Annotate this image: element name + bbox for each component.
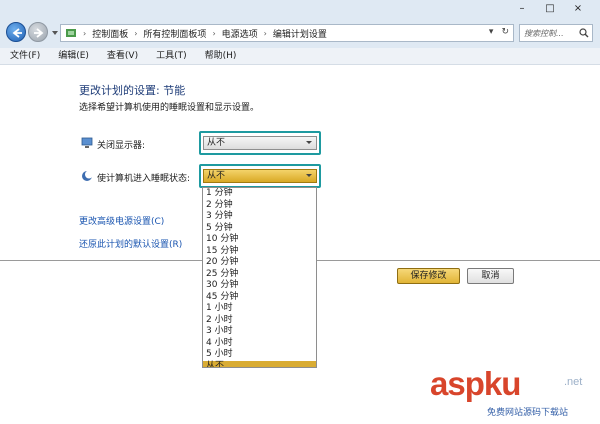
menu-edit[interactable]: 编辑(E) [48, 48, 97, 64]
search-icon[interactable] [579, 28, 589, 38]
page-title: 更改计划的设置: 节能 [79, 84, 186, 97]
breadcrumb-all-items[interactable]: 所有控制面板项 [143, 27, 206, 40]
sleep-option[interactable]: 5 小时 [203, 349, 316, 361]
chevron-down-icon [306, 141, 312, 144]
maximize-button[interactable]: □ [536, 2, 564, 16]
window-controls: – □ × [508, 2, 592, 16]
control-panel-icon [66, 29, 76, 37]
breadcrumb-separator: › [263, 28, 267, 38]
save-button[interactable]: 保存修改 [397, 268, 460, 284]
restore-defaults-link[interactable]: 还原此计划的默认设置(R) [79, 237, 182, 250]
sleep-option[interactable]: 20 分钟 [203, 257, 316, 269]
breadcrumb-power-options[interactable]: 电源选项 [222, 27, 258, 40]
page-subtitle: 选择希望计算机使用的睡眠设置和显示设置。 [79, 103, 260, 113]
sleep-option[interactable]: 1 分钟 [203, 188, 316, 200]
display-label: 关闭显示器: [97, 141, 146, 151]
sleep-option[interactable]: 2 小时 [203, 315, 316, 327]
close-button[interactable]: × [564, 2, 592, 16]
forward-button[interactable] [28, 22, 48, 42]
search-input[interactable]: 搜索控制... [519, 24, 593, 42]
menu-view[interactable]: 查看(V) [97, 48, 146, 64]
menu-tools[interactable]: 工具(T) [146, 48, 195, 64]
watermark-subtitle: 免费网站源码下载站 [487, 408, 569, 418]
sleep-option[interactable]: 15 分钟 [203, 246, 316, 258]
sleep-option[interactable]: 3 小时 [203, 326, 316, 338]
advanced-settings-link[interactable]: 更改高级电源设置(C) [79, 214, 164, 227]
sleep-option[interactable]: 30 分钟 [203, 280, 316, 292]
menu-file[interactable]: 文件(F) [0, 48, 48, 64]
minimize-button[interactable]: – [508, 2, 536, 16]
forward-arrow-icon [34, 28, 44, 38]
refresh-icon[interactable]: ↻ [501, 27, 509, 37]
back-button[interactable] [6, 22, 26, 42]
watermark-tld: .net [564, 376, 583, 388]
sleep-option[interactable]: 4 小时 [203, 338, 316, 350]
moon-sleep-icon [82, 170, 93, 181]
sleep-value: 从不 [207, 171, 226, 181]
sleep-option[interactable]: 从不 [203, 360, 316, 367]
address-actions: ▾ ↻ [489, 27, 509, 37]
sleep-option[interactable]: 2 分钟 [203, 200, 316, 212]
chevron-down-icon [306, 174, 312, 177]
history-chevron-down-icon[interactable] [51, 29, 59, 37]
menu-help[interactable]: 帮助(H) [195, 48, 245, 64]
sleep-option[interactable]: 45 分钟 [203, 292, 316, 304]
sleep-option[interactable]: 5 分钟 [203, 223, 316, 235]
sleep-option[interactable]: 3 分钟 [203, 211, 316, 223]
address-bar[interactable]: › 控制面板 › 所有控制面板项 › 电源选项 › 编辑计划设置 ▾ ↻ [60, 24, 514, 42]
address-dropdown-icon[interactable]: ▾ [489, 27, 494, 37]
sleep-option[interactable]: 10 分钟 [203, 234, 316, 246]
sleep-label: 使计算机进入睡眠状态: [97, 174, 191, 184]
back-arrow-icon [12, 28, 22, 38]
breadcrumb-control-panel[interactable]: 控制面板 [92, 27, 128, 40]
sleep-option[interactable]: 1 小时 [203, 303, 316, 315]
sleep-select[interactable]: 从不 [203, 169, 317, 183]
display-off-select[interactable]: 从不 [203, 136, 317, 150]
window-titlebar: – □ × › 控制面板 › 所有控制面板项 › 电源选项 › 编辑计划设置 ▾… [0, 0, 600, 48]
search-placeholder: 搜索控制... [524, 29, 564, 38]
menu-bar: 文件(F) 编辑(E) 查看(V) 工具(T) 帮助(H) [0, 48, 600, 65]
breadcrumb-separator: › [134, 28, 138, 38]
breadcrumb-separator: › [83, 28, 87, 38]
breadcrumb-separator: › [212, 28, 216, 38]
sleep-dropdown-list: 1 分钟 2 分钟 3 分钟 5 分钟 10 分钟 15 分钟 20 分钟 25 分钟 30 分… [202, 187, 317, 368]
display-off-value: 从不 [207, 138, 226, 148]
sleep-option[interactable]: 25 分钟 [203, 269, 316, 281]
monitor-icon [81, 137, 93, 148]
cancel-button[interactable]: 取消 [467, 268, 514, 284]
breadcrumb-edit-plan[interactable]: 编辑计划设置 [273, 27, 327, 40]
watermark-brand: aspku [430, 365, 521, 402]
